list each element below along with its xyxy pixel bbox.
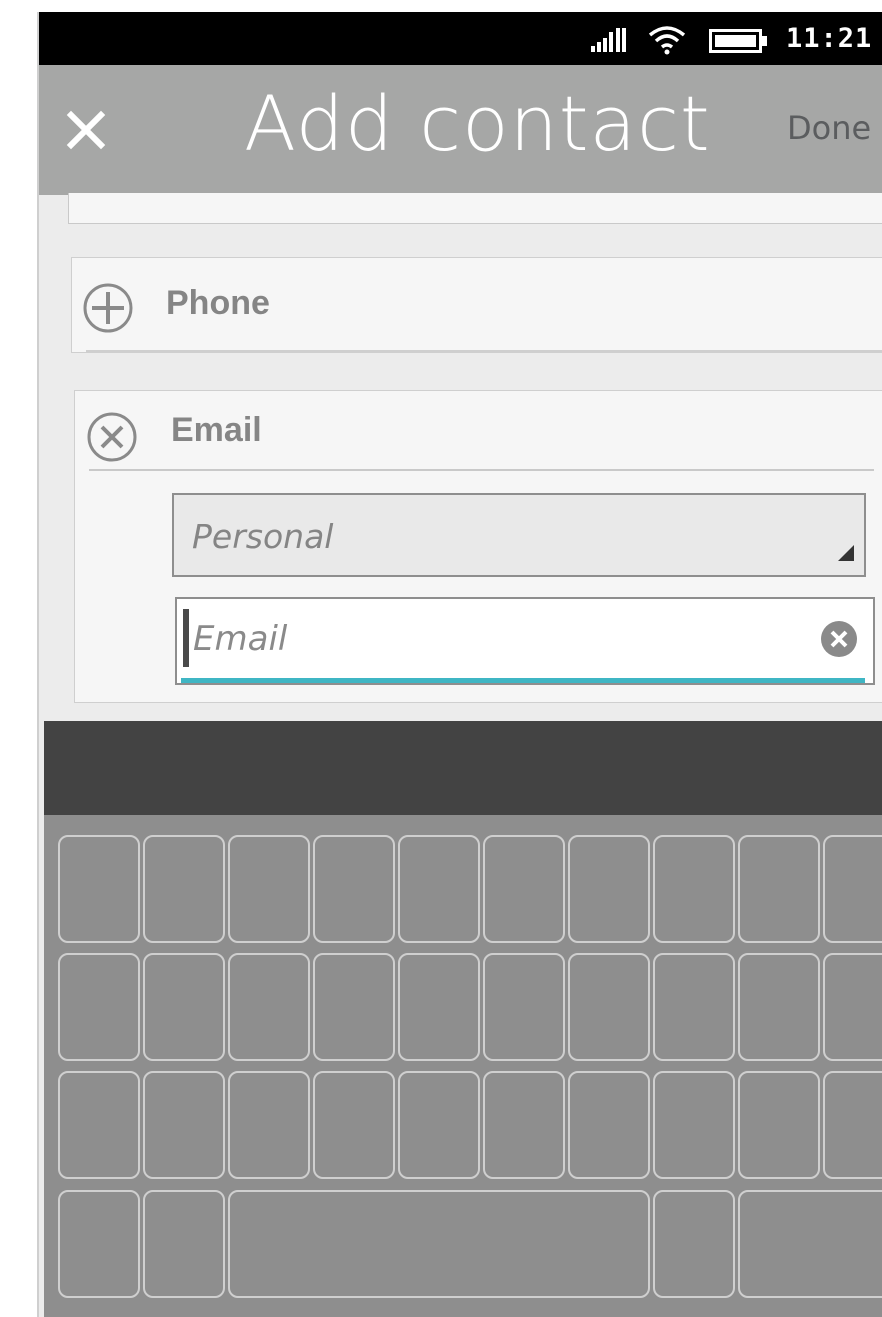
divider	[89, 469, 874, 471]
keyboard-key[interactable]	[58, 953, 140, 1061]
remove-circle-icon[interactable]	[86, 411, 138, 467]
done-button[interactable]: Done	[787, 109, 871, 147]
keyboard-key[interactable]	[568, 835, 650, 943]
previous-section-card	[68, 193, 882, 224]
phone-section: Phone	[71, 257, 882, 353]
keyboard-key[interactable]	[738, 1190, 882, 1298]
phone-screen: 11:21 pm Add contact Done Phone	[39, 12, 882, 1317]
divider	[86, 350, 882, 352]
keyboard-key[interactable]	[58, 1071, 140, 1179]
clear-icon[interactable]	[819, 619, 859, 663]
keyboard-key[interactable]	[143, 1071, 225, 1179]
email-type-select[interactable]: Personal	[172, 493, 866, 577]
keyboard-key[interactable]	[738, 1071, 820, 1179]
keyboard	[44, 815, 882, 1317]
keyboard-key[interactable]	[653, 1071, 735, 1179]
keyboard-key[interactable]	[653, 953, 735, 1061]
keyboard-key[interactable]	[568, 953, 650, 1061]
keyboard-key[interactable]	[568, 1071, 650, 1179]
keyboard-key[interactable]	[398, 1071, 480, 1179]
status-bar: 11:21 pm	[39, 12, 882, 65]
email-input-placeholder: Email	[193, 619, 288, 659]
keyboard-key[interactable]	[483, 1071, 565, 1179]
keyboard-key[interactable]	[823, 953, 882, 1061]
keyboard-key[interactable]	[58, 835, 140, 943]
email-section: Email Personal Email	[74, 390, 882, 703]
text-cursor	[183, 609, 189, 667]
keyboard-key[interactable]	[58, 1190, 140, 1298]
keyboard-suggestion-bar	[44, 721, 882, 815]
page-title: Add contact	[244, 79, 711, 168]
email-section-label: Email	[171, 411, 262, 449]
email-input[interactable]: Email	[175, 597, 875, 685]
signal-icon	[591, 26, 631, 56]
keyboard-key[interactable]	[823, 835, 882, 943]
keyboard-key[interactable]	[143, 953, 225, 1061]
keyboard-key[interactable]	[228, 1190, 650, 1298]
keyboard-key[interactable]	[398, 835, 480, 943]
keyboard-key[interactable]	[483, 953, 565, 1061]
keyboard-key[interactable]	[313, 1071, 395, 1179]
wifi-icon	[647, 24, 687, 60]
keyboard-key[interactable]	[738, 835, 820, 943]
keyboard-key[interactable]	[228, 953, 310, 1061]
contact-form: Phone Email Personal Email	[39, 193, 882, 721]
keyboard-key[interactable]	[823, 1071, 882, 1179]
keyboard-key[interactable]	[228, 835, 310, 943]
keyboard-key[interactable]	[738, 953, 820, 1061]
keyboard-key[interactable]	[653, 835, 735, 943]
header-bar: Add contact Done	[39, 65, 882, 195]
phone-section-label[interactable]: Phone	[166, 284, 270, 323]
keyboard-key[interactable]	[228, 1071, 310, 1179]
close-icon[interactable]	[61, 105, 111, 155]
keyboard-key[interactable]	[653, 1190, 735, 1298]
keyboard-key[interactable]	[398, 953, 480, 1061]
keyboard-key[interactable]	[483, 835, 565, 943]
keyboard-key[interactable]	[143, 1190, 225, 1298]
keyboard-key[interactable]	[313, 835, 395, 943]
email-type-value: Personal	[192, 517, 334, 556]
status-time: 11:21 pm	[786, 23, 882, 54]
add-circle-icon[interactable]	[82, 282, 134, 338]
input-focus-underline	[181, 678, 865, 683]
keyboard-key[interactable]	[143, 835, 225, 943]
battery-icon	[709, 29, 769, 57]
keyboard-key[interactable]	[313, 953, 395, 1061]
dropdown-arrow-icon	[838, 545, 854, 565]
